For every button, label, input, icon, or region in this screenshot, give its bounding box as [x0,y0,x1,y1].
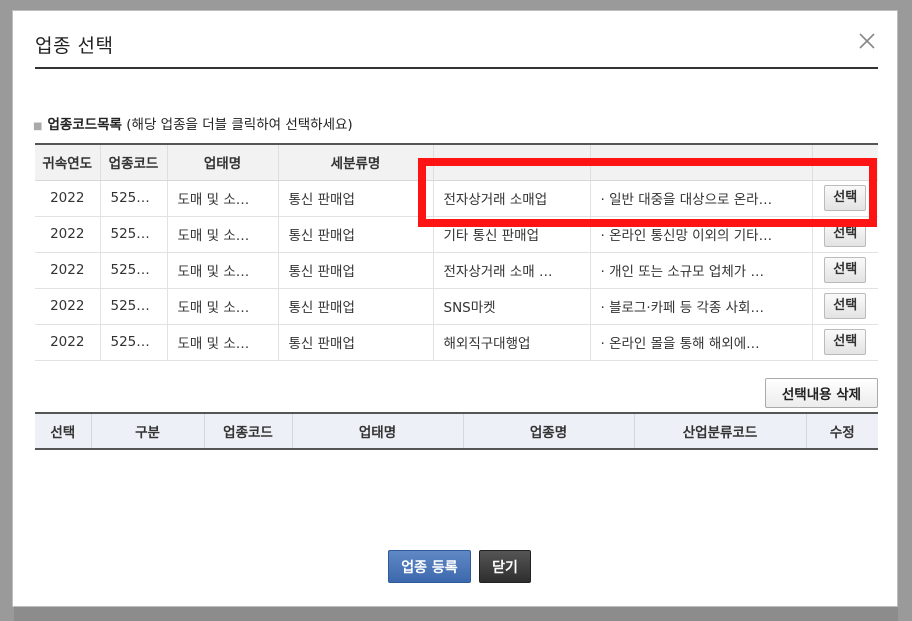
industry-select-modal: 업종 선택 ■ 업종코드목록 (해당 업종을 더블 클릭하여 선택하세요) 귀속연… [12,10,898,607]
table-row[interactable]: 2022 525… 도매 및 소… 통신 판매업 SNS마켓 · 블로그·카페 … [35,288,878,325]
header-business: 업태명 [167,144,279,181]
cell-select: 선택 [812,216,878,253]
selected-header-category: 구분 [91,413,205,450]
cell-subclass: 통신 판매업 [278,180,434,217]
cell-subclass: 통신 판매업 [278,252,434,289]
cell-code: 525… [100,288,168,325]
header-type [433,144,591,181]
background-top [0,0,912,10]
cell-type: 해외직구대행업 [433,324,591,361]
cell-business: 도매 및 소… [167,216,279,253]
selected-header-industry: 업종명 [463,413,635,450]
delete-selection-button[interactable]: 선택내용 삭제 [765,378,878,408]
select-button[interactable]: 선택 [824,221,867,247]
table-header-row: 귀속연도 업종코드 업태명 세분류명 [35,144,878,181]
modal-title: 업종 선택 [35,35,114,57]
cell-code: 525… [100,216,168,253]
selected-header-classification: 산업분류코드 [634,413,807,450]
cell-desc: · 온라인 통신망 이외의 기타… [590,216,813,253]
cell-select: 선택 [812,252,878,289]
cell-desc: · 온라인 몰을 통해 해외에… [590,324,813,361]
select-button[interactable]: 선택 [824,293,867,319]
header-select [812,144,878,181]
close-button[interactable]: 닫기 [479,550,531,583]
cell-select: 선택 [812,324,878,361]
background-right [898,0,912,621]
selected-industry-table: 선택 구분 업종코드 업태명 업종명 산업분류코드 수정 [35,412,878,450]
selected-header-select: 선택 [35,413,92,450]
cell-type: 전자상거래 소매업 [433,180,591,217]
header-year: 귀속연도 [35,144,101,181]
cell-year: 2022 [35,324,101,361]
cell-year: 2022 [35,252,101,289]
table-row[interactable]: 2022 525… 도매 및 소… 통신 판매업 해외직구대행업 · 온라인 몰… [35,324,878,361]
table-row[interactable]: 2022 525… 도매 및 소… 통신 판매업 기타 통신 판매업 · 온라인… [35,216,878,253]
header-subclass: 세분류명 [278,144,434,181]
cell-select: 선택 [812,180,878,217]
cell-desc: · 일반 대중을 대상으로 온라… [590,180,813,217]
selected-header-edit: 수정 [806,413,878,450]
selected-header-business: 업태명 [292,413,464,450]
select-button[interactable]: 선택 [824,257,867,283]
cell-subclass: 통신 판매업 [278,216,434,253]
table-row[interactable]: 2022 525… 도매 및 소… 통신 판매업 전자상거래 소매 … · 개인… [35,252,878,289]
header-code: 업종코드 [100,144,168,181]
section-label-hint: (해당 업종을 더블 클릭하여 선택하세요) [126,117,353,133]
register-industry-button[interactable]: 업종 등록 [388,550,471,583]
selected-header-code: 업종코드 [204,413,293,450]
cell-year: 2022 [35,288,101,325]
cell-desc: · 개인 또는 소규모 업체가 … [590,252,813,289]
cell-type: 기타 통신 판매업 [433,216,591,253]
cell-type: SNS마켓 [433,288,591,325]
cell-type: 전자상거래 소매 … [433,252,591,289]
cell-business: 도매 및 소… [167,288,279,325]
selected-header-row: 선택 구분 업종코드 업태명 업종명 산업분류코드 수정 [35,413,878,450]
close-icon[interactable] [857,31,877,51]
section-label: ■ 업종코드목록 (해당 업종을 더블 클릭하여 선택하세요) [33,113,353,133]
cell-code: 525… [100,180,168,217]
table-row[interactable]: 2022 525… 도매 및 소… 통신 판매업 전자상거래 소매업 · 일반 … [35,180,878,217]
cell-subclass: 통신 판매업 [278,324,434,361]
cell-subclass: 통신 판매업 [278,288,434,325]
cell-code: 525… [100,324,168,361]
select-button[interactable]: 선택 [824,329,867,355]
cell-business: 도매 및 소… [167,180,279,217]
cell-desc: · 블로그·카페 등 각종 사회… [590,288,813,325]
select-button[interactable]: 선택 [824,185,867,211]
bullet-icon: ■ [33,121,43,132]
cell-code: 525… [100,252,168,289]
cell-business: 도매 및 소… [167,252,279,289]
cell-select: 선택 [812,288,878,325]
industry-code-table: 귀속연도 업종코드 업태명 세분류명 2022 525… 도매 및 소… 통신 … [35,143,878,361]
cell-year: 2022 [35,216,101,253]
title-divider [35,67,878,69]
header-desc [590,144,813,181]
cell-year: 2022 [35,180,101,217]
section-label-bold: 업종코드목록 [47,117,122,133]
cell-business: 도매 및 소… [167,324,279,361]
